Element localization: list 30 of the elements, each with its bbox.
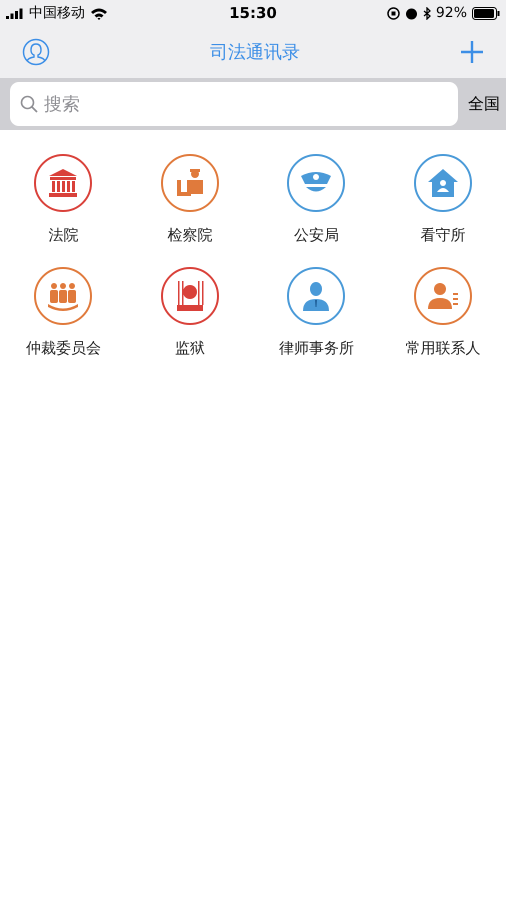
search-icon: [20, 95, 38, 113]
region-selector[interactable]: 全国: [468, 94, 500, 114]
clock-time: 15:30: [229, 4, 277, 22]
bluetooth-icon: [422, 6, 431, 20]
category-button[interactable]: [160, 154, 219, 212]
profile-icon[interactable]: [22, 38, 50, 66]
category-label[interactable]: 监狱: [174, 339, 205, 358]
add-icon[interactable]: [460, 40, 484, 64]
category-button[interactable]: [287, 267, 346, 325]
category-label[interactable]: 看守所: [420, 226, 466, 245]
category-label[interactable]: 公安局: [294, 226, 339, 245]
category-button[interactable]: [34, 154, 92, 212]
category-button[interactable]: [34, 267, 92, 325]
search-field[interactable]: 搜索: [10, 82, 458, 126]
carrier-name: 中国移动: [29, 4, 85, 22]
battery-percent: 92%: [436, 5, 467, 21]
category-label[interactable]: 律师事务所: [278, 339, 354, 358]
category-label[interactable]: 仲裁委员会: [26, 339, 101, 358]
category-label[interactable]: 检察院: [167, 226, 212, 245]
category-button[interactable]: [287, 154, 346, 212]
category-button[interactable]: [160, 267, 219, 325]
category-button[interactable]: [414, 154, 472, 212]
wifi-icon: [90, 6, 108, 20]
battery-icon: [472, 6, 500, 20]
category-button[interactable]: [414, 267, 472, 325]
category-label[interactable]: 常用联系人: [405, 339, 480, 358]
page-title: 司法通讯录: [210, 41, 300, 64]
signal-icon: [6, 8, 24, 18]
category-label[interactable]: 法院: [48, 226, 78, 245]
house-person-icon: [426, 166, 460, 200]
